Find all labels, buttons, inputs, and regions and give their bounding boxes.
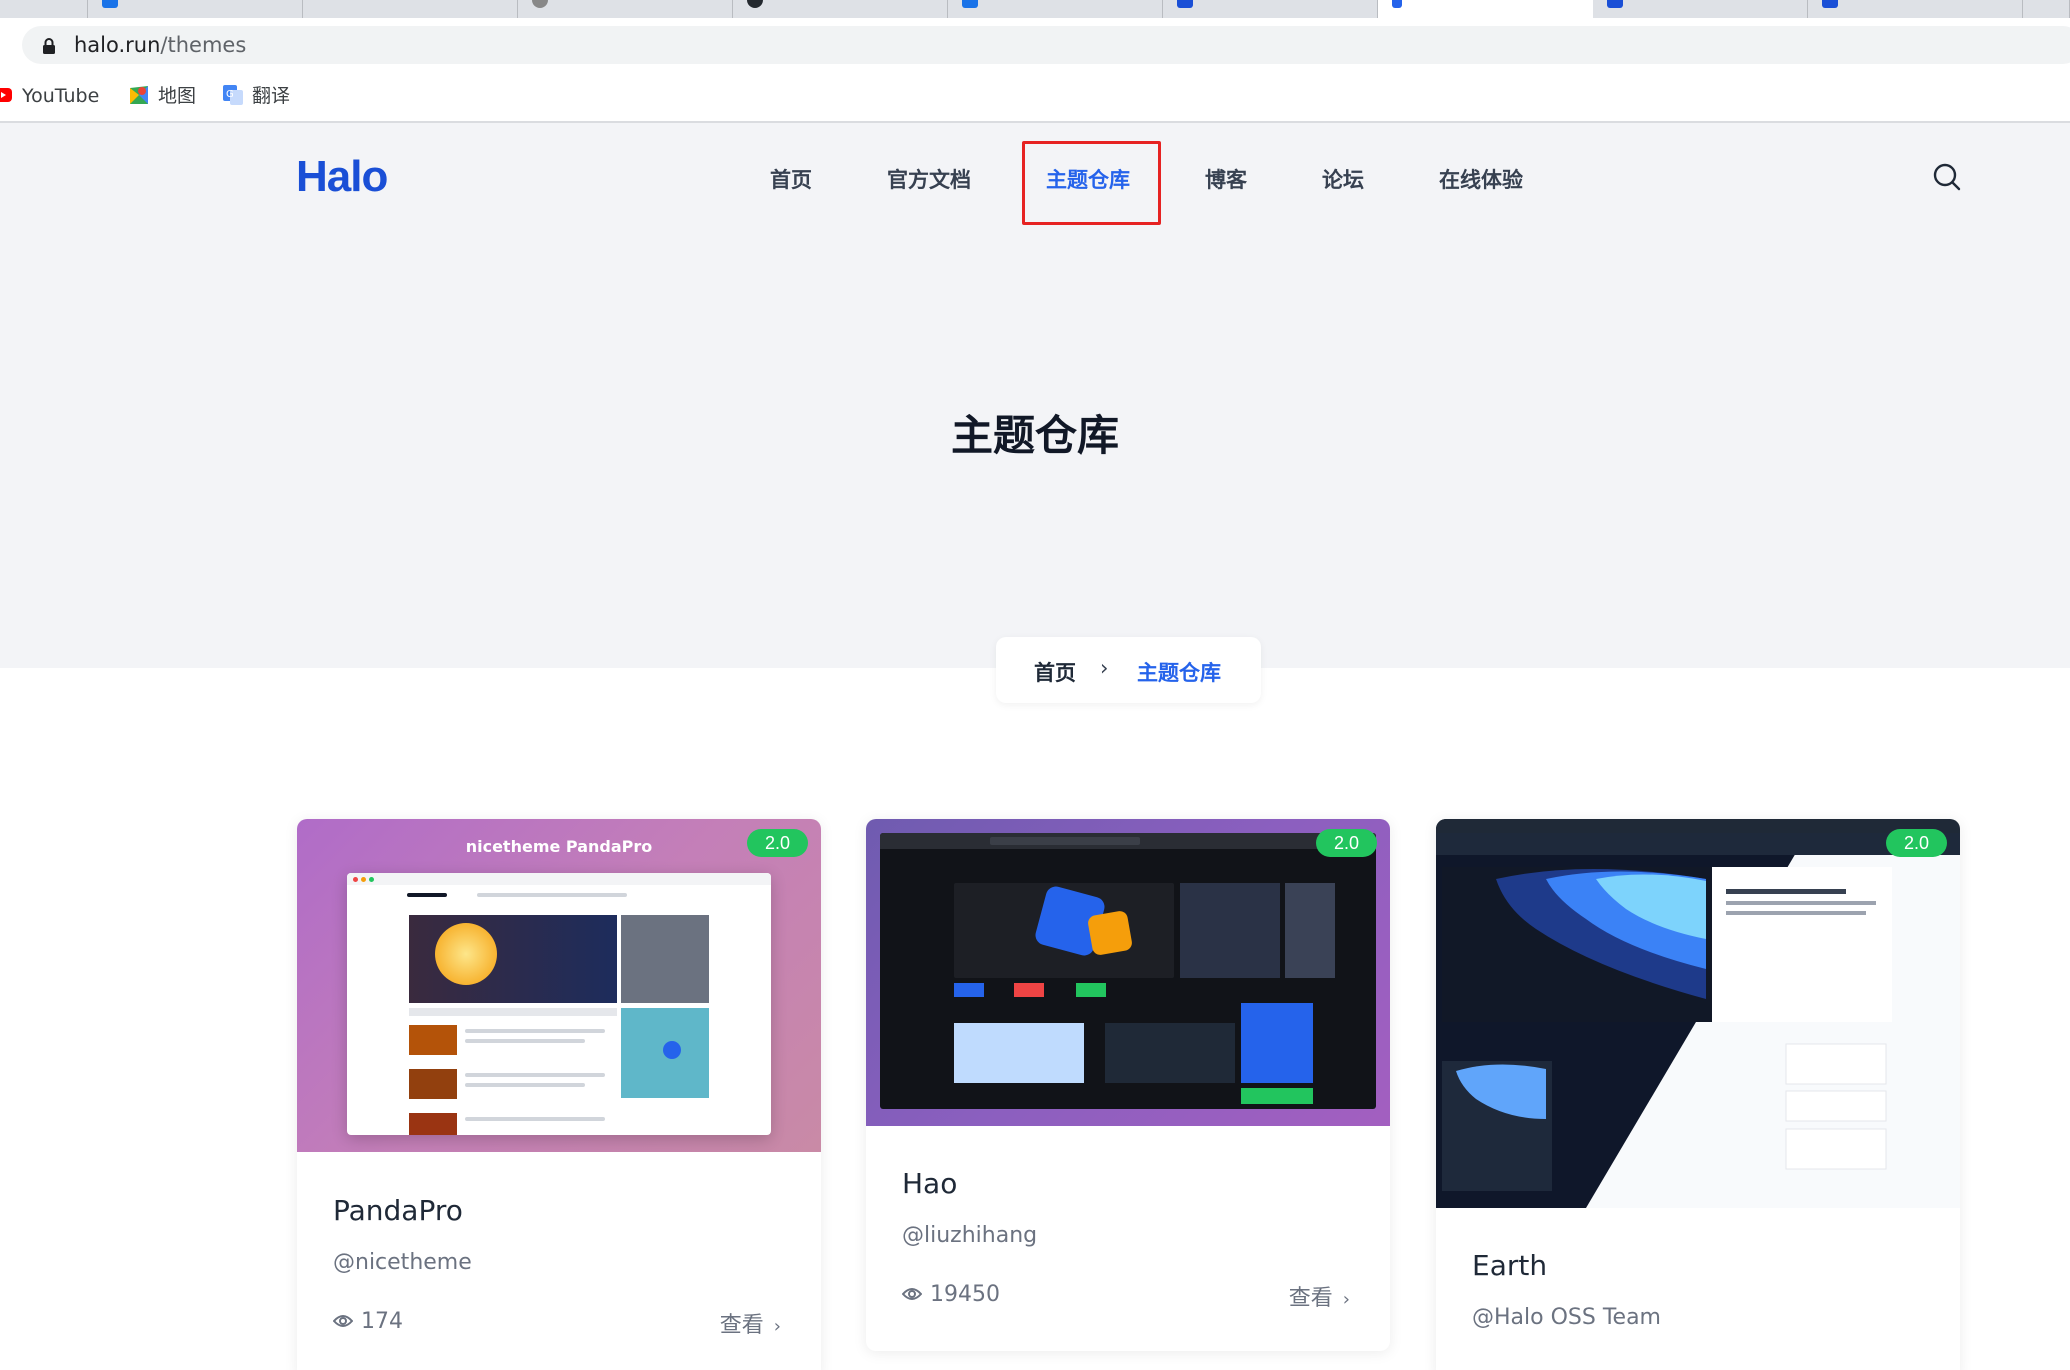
maps-icon [130,85,148,104]
view-theme-link[interactable]: 查看 › [1289,1280,1350,1312]
theme-thumbnail: 2.0 [1436,819,1960,1208]
youtube-icon [0,87,12,102]
theme-author[interactable]: @liuzhihang [902,1223,1037,1248]
thumbnail-title: nicetheme PandaPro [465,837,653,856]
address-bar: halo.run/themes [0,18,2070,66]
halo-favicon-icon [1607,0,1623,8]
svg-text:G: G [226,89,234,100]
view-count: 174 [333,1309,403,1334]
lock-icon [43,38,55,54]
breadcrumb: 首页 › 主题仓库 [996,637,1261,703]
breadcrumb-separator: › [1100,656,1109,680]
browser-tab[interactable] [948,0,1163,18]
github-icon [747,0,763,8]
version-badge: 2.0 [746,829,808,857]
theme-card-pandapro[interactable]: nicetheme PandaPro 2.0 PandaPro @nicethe… [297,819,821,1370]
view-theme-link[interactable]: 查看 › [720,1307,781,1339]
browser-tab[interactable] [303,0,518,18]
browser-tab-strip [0,0,2070,18]
theme-name[interactable]: Earth [1472,1249,1547,1282]
halo-logo[interactable]: Halo [296,152,388,202]
theme-name[interactable]: PandaPro [333,1194,463,1227]
browser-tab[interactable] [88,0,303,18]
browser-tab[interactable] [518,0,733,18]
theme-name[interactable]: Hao [902,1167,957,1200]
eye-icon [902,1287,922,1300]
browser-tab-active[interactable] [1378,0,1593,18]
nav-demo[interactable]: 在线体验 [1439,164,1523,194]
theme-card-earth[interactable]: 2.0 Earth @Halo OSS Team [1436,819,1960,1370]
breadcrumb-current: 主题仓库 [1137,661,1221,685]
eye-icon [333,1314,353,1327]
earth-preview-image [1436,819,1960,1208]
nav-docs[interactable]: 官方文档 [887,164,971,194]
theme-author[interactable]: @Halo OSS Team [1472,1305,1661,1330]
tab-favicon-icon [1392,0,1402,8]
bookmark-maps[interactable]: 地图 [128,78,196,114]
chevron-right-icon: › [773,1316,781,1337]
browser-tab[interactable] [1163,0,1378,18]
breadcrumb-home[interactable]: 首页 [1034,657,1076,687]
browser-tab[interactable] [0,0,88,18]
search-icon[interactable] [1932,162,1962,192]
chevron-right-icon: › [1342,1289,1350,1310]
halo-favicon-icon [1822,0,1838,8]
mock-browser [880,833,1376,1109]
theme-author[interactable]: @nicetheme [333,1250,472,1275]
version-badge: 2.0 [1885,829,1947,857]
bookmark-translate[interactable]: G 翻译 [222,78,290,114]
mock-browser [347,873,771,1135]
theme-thumbnail: 2.0 [866,819,1390,1126]
theme-card-hao[interactable]: 2.0 Hao @liuzhihang 19450 查看 › [866,819,1390,1351]
bookmark-youtube[interactable]: YouTube [0,78,99,114]
browser-tab[interactable] [1808,0,2023,18]
tab-favicon-icon [532,0,548,8]
version-badge: 2.0 [1315,829,1377,857]
highlight-box [1022,141,1161,225]
translate-icon: G [223,84,243,105]
page-title: 主题仓库 [950,411,1119,460]
url-field[interactable]: halo.run/themes [22,26,2070,64]
browser-tab[interactable] [1593,0,1808,18]
view-count: 19450 [902,1282,1000,1307]
tab-favicon-icon [102,0,118,8]
halo-favicon-icon [1177,0,1193,8]
theme-thumbnail: nicetheme PandaPro 2.0 [297,819,821,1152]
nav-blog[interactable]: 博客 [1205,164,1247,194]
browser-tab[interactable] [733,0,948,18]
bookmarks-bar: YouTube 地图 G 翻译 [0,78,2070,114]
tab-favicon-icon [962,0,978,8]
browser-tab[interactable] [2023,0,2070,18]
nav-forum[interactable]: 论坛 [1322,164,1364,194]
nav-home[interactable]: 首页 [770,164,812,194]
url-text: halo.run/themes [74,33,247,57]
